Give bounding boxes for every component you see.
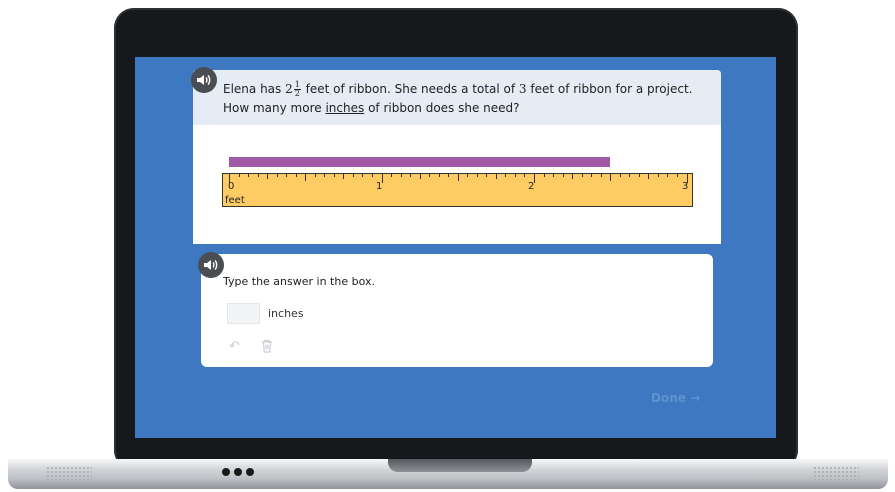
question-text-part: of ribbon does she need? — [364, 101, 520, 115]
ruler-tick — [553, 174, 555, 177]
ruler-tick — [381, 174, 383, 183]
answer-audio-button[interactable] — [198, 252, 224, 278]
ruler-tick — [248, 174, 250, 177]
ruler-tick — [486, 174, 488, 177]
ruler-tick — [429, 174, 431, 177]
ruler-unit-label: feet — [225, 195, 245, 206]
question-text-part: Elena has — [223, 82, 286, 96]
ruler-tick — [371, 174, 373, 177]
ruler-tick — [391, 174, 393, 177]
question-header: Elena has 212 feet of ribbon. She needs … — [193, 70, 721, 125]
ruler-tick — [467, 174, 469, 177]
ruler-tick — [276, 174, 278, 177]
ruler: 0 1 2 3 feet — [222, 173, 693, 207]
ruler-tick — [476, 174, 478, 177]
speaker-icon — [197, 75, 211, 85]
ruler-tick — [676, 174, 678, 177]
ruler-tick — [610, 174, 612, 181]
ruler-tick — [543, 174, 545, 177]
ruler-tick — [619, 174, 621, 177]
ruler-tick — [333, 174, 335, 177]
question-text-part: feet of ribbon. She needs a total of — [301, 82, 519, 96]
question-audio-button[interactable] — [191, 67, 217, 93]
ruler-tick — [229, 174, 230, 183]
mixed-number-whole: 2 — [285, 82, 293, 96]
speaker-grille-right — [813, 466, 859, 480]
total-feet-value: 3 — [518, 82, 527, 96]
ruler-tick — [581, 174, 583, 177]
ruler-tick — [638, 174, 640, 177]
trash-icon[interactable] — [259, 338, 275, 354]
app-screen: Elena has 212 feet of ribbon. She needs … — [135, 57, 776, 438]
answer-input[interactable] — [227, 303, 260, 324]
answer-card: Type the answer in the box. inches ↶ — [201, 254, 713, 367]
question-underlined-word: inches — [325, 101, 365, 115]
laptop-dots — [222, 468, 254, 476]
ruler-tick — [514, 174, 516, 177]
ruler-tick — [400, 174, 402, 177]
question-card: Elena has 212 feet of ribbon. She needs … — [193, 70, 721, 244]
ruler-tick — [457, 174, 459, 181]
ruler-tick — [686, 174, 688, 183]
question-text: Elena has 212 feet of ribbon. She needs … — [223, 80, 713, 118]
ruler-tick — [257, 174, 259, 177]
speaker-icon — [204, 260, 218, 270]
answer-prompt: Type the answer in the box. — [223, 275, 375, 288]
undo-icon[interactable]: ↶ — [229, 339, 240, 354]
ruler-tick — [629, 174, 631, 177]
question-text-part: feet of ribbon for a project. — [526, 82, 693, 96]
ruler-tick — [305, 174, 307, 181]
ribbon-bar — [229, 157, 611, 167]
ruler-tick — [343, 174, 345, 179]
ruler-tick — [657, 174, 659, 177]
ruler-tick — [324, 174, 326, 177]
ruler-tick — [448, 174, 450, 177]
fraction: 12 — [293, 81, 301, 98]
ruler-tick — [352, 174, 354, 177]
ruler-tick — [286, 174, 288, 177]
ruler-tick — [419, 174, 421, 179]
ruler-tick — [238, 174, 240, 177]
answer-unit-label: inches — [268, 307, 304, 320]
ruler-tick — [505, 174, 507, 177]
ruler-tick — [591, 174, 593, 177]
ruler-tick — [524, 174, 526, 177]
laptop-notch — [388, 459, 532, 472]
ruler-tick — [667, 174, 669, 177]
ruler-tick — [438, 174, 440, 177]
ruler-tick — [295, 174, 297, 177]
ruler-tick — [267, 174, 269, 179]
done-button[interactable]: Done → — [651, 391, 700, 405]
fraction-denominator: 2 — [294, 89, 300, 98]
ruler-tick — [648, 174, 650, 179]
ruler-tick — [410, 174, 412, 177]
question-text-part: How many more — [223, 101, 326, 115]
ruler-tick — [572, 174, 574, 179]
ruler-tick — [314, 174, 316, 177]
ruler-tick — [562, 174, 564, 177]
ruler-tick — [362, 174, 364, 177]
speaker-grille-left — [46, 466, 92, 480]
ruler-tick — [600, 174, 602, 177]
ruler-tick — [534, 174, 535, 183]
ruler-tick — [495, 174, 497, 179]
